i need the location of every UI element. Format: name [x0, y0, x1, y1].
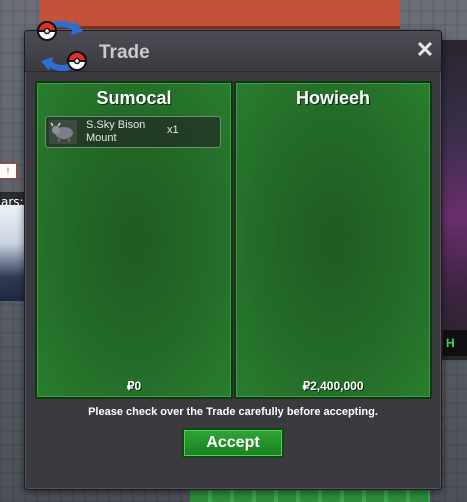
trade-window: Trade ✕ Sumocal S.Sky Bison Mount x1 ₽0 … — [24, 20, 442, 490]
left-trade-panel: Sumocal S.Sky Bison Mount x1 ₽0 — [35, 81, 233, 399]
title-bar[interactable]: Trade ✕ — [25, 20, 441, 72]
npc-sprite — [0, 205, 24, 301]
right-money-offer: ₽2,400,000 — [302, 379, 364, 393]
side-hud-strip — [441, 40, 467, 360]
right-trade-panel: Howieeh ₽2,400,000 — [234, 81, 432, 399]
trade-swap-icon — [36, 20, 88, 72]
player-name-fragment: H — [443, 330, 467, 356]
left-trader-name: Sumocal — [96, 88, 172, 108]
bison-mount-icon — [49, 120, 77, 144]
window-title: Trade — [99, 42, 150, 63]
world-floor-tiles — [190, 488, 430, 502]
trade-item-name: S.Sky Bison Mount — [86, 119, 146, 144]
accept-button[interactable]: Accept — [182, 428, 284, 458]
left-money-offer: ₽0 — [126, 379, 142, 393]
trade-item-quantity: x1 — [167, 124, 179, 136]
trade-notice: Please check over the Trade carefully be… — [88, 406, 378, 418]
world-roof — [40, 0, 400, 29]
npc-speech-tag: ! — [0, 163, 17, 179]
trade-item-slot[interactable]: S.Sky Bison Mount x1 — [45, 116, 221, 148]
right-trader-name: Howieeh — [295, 88, 370, 108]
close-button[interactable]: ✕ — [415, 39, 435, 61]
